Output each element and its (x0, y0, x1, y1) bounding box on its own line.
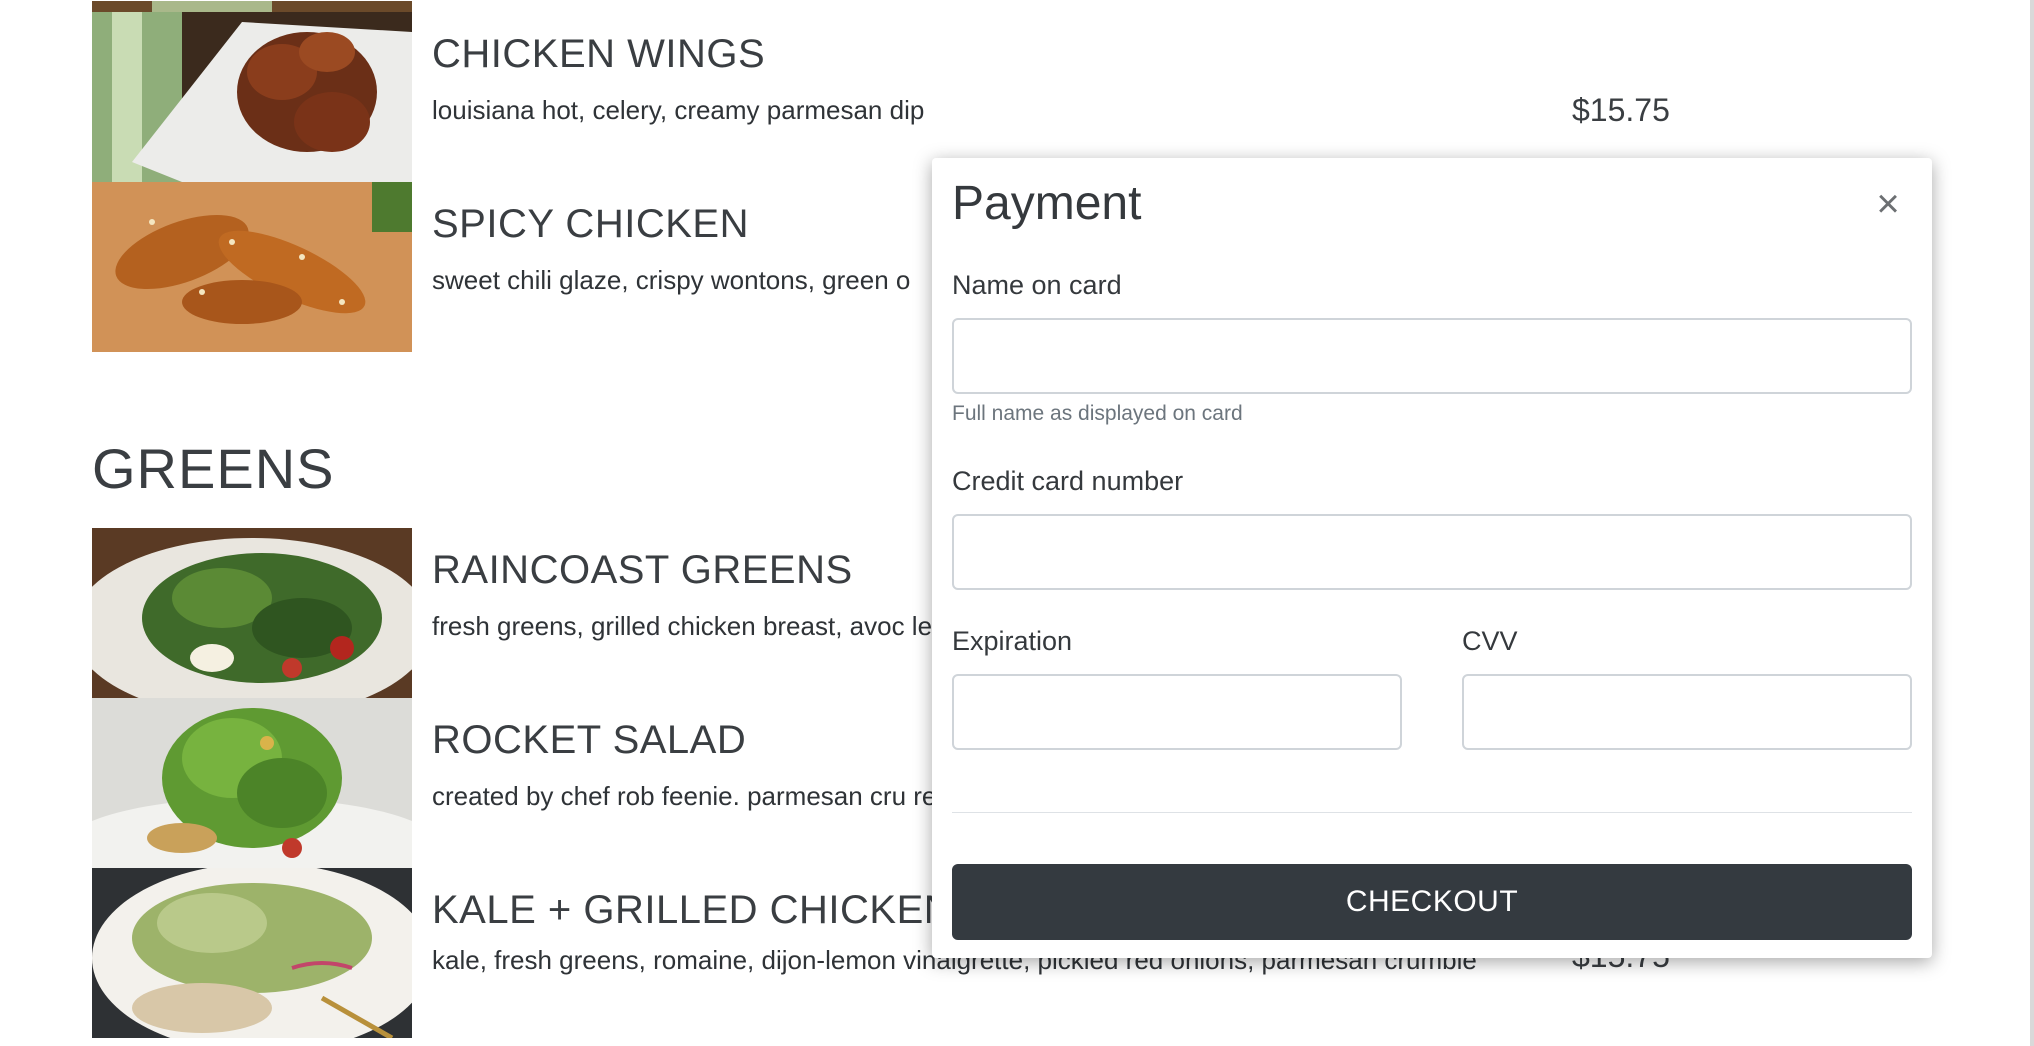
name-on-card-label: Name on card (952, 270, 1122, 300)
item-description: louisiana hot, celery, creamy parmesan d… (432, 95, 925, 125)
cvv-label: CVV (1462, 626, 1518, 656)
item-title: RAINCOAST GREENS (432, 548, 853, 592)
rocket-salad-photo (92, 698, 412, 868)
item-price: $15.75 (1572, 92, 1670, 128)
modal-title: Payment (952, 177, 1142, 230)
checkout-button[interactable]: CHECKOUT (952, 864, 1912, 940)
expiration-input[interactable] (952, 674, 1402, 750)
kale-salad-photo (92, 868, 412, 1038)
name-on-card-help: Full name as displayed on card (952, 402, 1243, 425)
chicken-wings-photo (92, 12, 412, 182)
cvv-input[interactable] (1462, 674, 1912, 750)
item-title: CHICKEN WINGS (432, 32, 766, 76)
page-scrollbar[interactable] (2030, 0, 2034, 1046)
close-icon[interactable]: × (1868, 184, 1908, 224)
expiration-label: Expiration (952, 626, 1073, 656)
spicy-chicken-photo (92, 182, 412, 352)
credit-card-number-label: Credit card number (952, 466, 1184, 496)
credit-card-number-input[interactable] (952, 514, 1912, 590)
modal-divider (952, 812, 1912, 813)
payment-modal: Payment × Name on card Full name as disp… (932, 158, 1932, 958)
name-on-card-input[interactable] (952, 318, 1912, 394)
item-title: SPICY CHICKEN (432, 202, 749, 246)
section-heading-greens: GREENS (92, 437, 335, 500)
menu-item[interactable]: CHICKEN WINGS louisiana hot, celery, cre… (92, 12, 1692, 182)
raincoast-greens-photo (92, 528, 412, 698)
previous-item-photo-edge (92, 0, 412, 13)
item-title: KALE + GRILLED CHICKEN S (432, 888, 992, 932)
item-title: ROCKET SALAD (432, 718, 747, 762)
